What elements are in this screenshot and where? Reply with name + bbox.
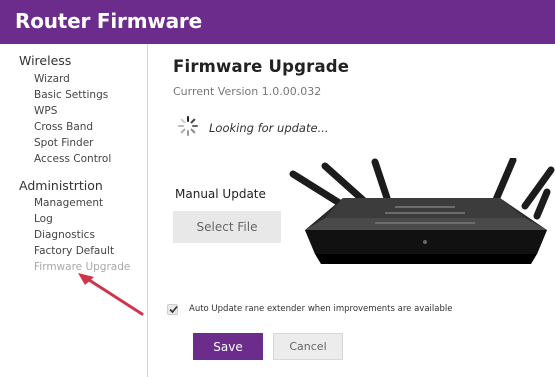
sidebar-item-cross-band[interactable]: Cross Band [34, 121, 93, 133]
sidebar-section-wireless: Wireless [19, 53, 72, 68]
sidebar: Wireless Wizard Basic Settings WPS Cross… [0, 44, 148, 377]
save-button[interactable]: Save [193, 333, 263, 360]
manual-update-label: Manual Update [175, 187, 266, 201]
sidebar-item-wps[interactable]: WPS [34, 105, 57, 117]
loading-spinner-icon [178, 116, 198, 136]
sidebar-item-diagnostics[interactable]: Diagnostics [34, 229, 95, 241]
annotation-arrow [78, 273, 144, 316]
check-icon [169, 305, 178, 314]
cancel-button[interactable]: Cancel [273, 333, 343, 360]
select-file-button[interactable]: Select File [173, 211, 281, 243]
auto-update-label: Auto Update rane extender when improveme… [189, 304, 453, 314]
sidebar-item-factory-default[interactable]: Factory Default [34, 245, 114, 257]
main-panel: Firmware Upgrade Current Version 1.0.00.… [149, 44, 555, 377]
router-image [289, 158, 555, 264]
sidebar-item-access-control[interactable]: Access Control [34, 153, 111, 165]
sidebar-item-spot-finder[interactable]: Spot Finder [34, 137, 94, 149]
sidebar-section-administration: Administrtion [19, 178, 103, 193]
app-header: Router Firmware [0, 0, 555, 44]
app-title: Router Firmware [15, 9, 202, 33]
sidebar-item-log[interactable]: Log [34, 213, 53, 225]
sidebar-item-basic-settings[interactable]: Basic Settings [34, 89, 108, 101]
sidebar-item-wizard[interactable]: Wizard [34, 73, 70, 85]
page-title: Firmware Upgrade [173, 57, 350, 76]
sidebar-item-management[interactable]: Management [34, 197, 103, 209]
status-text: Looking for update... [209, 121, 329, 135]
current-version: Current Version 1.0.00.032 [173, 85, 322, 98]
auto-update-checkbox[interactable] [167, 304, 178, 315]
